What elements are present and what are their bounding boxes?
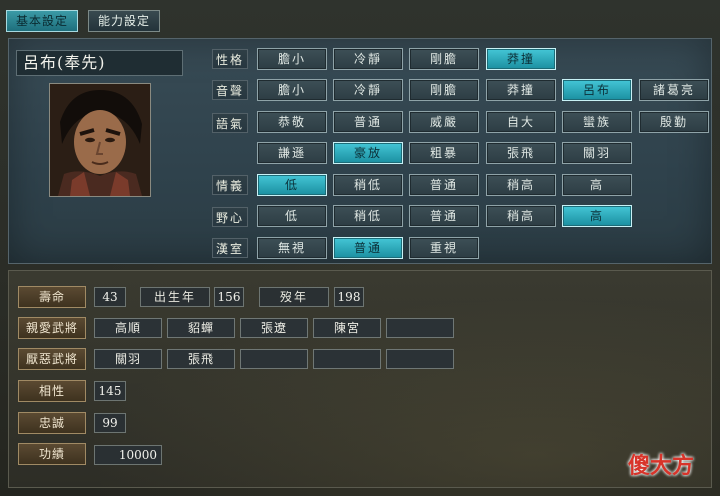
tone-option-rough[interactable]: 粗暴 [409,142,479,164]
tone-option-respectful[interactable]: 恭敬 [257,111,327,133]
tone-option-normal[interactable]: 普通 [333,111,403,133]
tone-option-zhangfei[interactable]: 張飛 [486,142,556,164]
value-lifespan[interactable]: 43 [94,287,126,307]
tab-ability-settings[interactable]: 能力設定 [88,10,160,32]
ambition-option-slightly-high[interactable]: 稍高 [486,205,556,227]
liked-officer-slot-1[interactable]: 高順 [94,318,162,338]
label-liked-officers: 親愛武將 [18,317,86,339]
voice-option-zhugeliang[interactable]: 諸葛亮 [639,79,709,101]
loyalty-option-high[interactable]: 高 [562,174,632,196]
label-lifespan: 壽命 [18,286,86,308]
value-merit[interactable]: 10000 [94,445,162,465]
value-birth-year[interactable]: 156 [214,287,244,307]
personality-option-reckless[interactable]: 莽撞 [486,48,556,70]
disliked-officer-slot-1[interactable]: 關羽 [94,349,162,369]
tab-basic-settings[interactable]: 基本設定 [6,10,78,32]
site-watermark: 傻大方 [628,454,695,479]
han-option-normal[interactable]: 普通 [333,237,403,259]
ambition-option-high[interactable]: 高 [562,205,632,227]
voice-option-lubu[interactable]: 呂布 [562,79,632,101]
tone-option-dignified[interactable]: 威嚴 [409,111,479,133]
han-option-ignore[interactable]: 無視 [257,237,327,259]
label-voice: 音聲 [212,80,248,100]
label-merit: 功績 [18,443,86,465]
voice-option-reckless[interactable]: 莽撞 [486,79,556,101]
tone-option-courteous[interactable]: 殷勤 [639,111,709,133]
officer-name: 呂布(奉先) [16,50,183,76]
officer-portrait [49,83,151,197]
personality-option-timid[interactable]: 膽小 [257,48,327,70]
disliked-officer-slot-4[interactable] [313,349,381,369]
label-ambition: 野心 [212,207,248,227]
label-han: 漢室 [212,238,248,258]
loyalty-option-normal[interactable]: 普通 [409,174,479,196]
liked-officer-slot-4[interactable]: 陳宮 [313,318,381,338]
voice-option-calm[interactable]: 冷靜 [333,79,403,101]
loyalty-option-slightly-low[interactable]: 稍低 [333,174,403,196]
tone-option-barbarian[interactable]: 蠻族 [562,111,632,133]
liked-officer-slot-2[interactable]: 貂蟬 [167,318,235,338]
tone-option-arrogant[interactable]: 自大 [486,111,556,133]
han-option-value[interactable]: 重視 [409,237,479,259]
ambition-option-low[interactable]: 低 [257,205,327,227]
disliked-officer-slot-5[interactable] [386,349,454,369]
label-loyalty-stat: 忠誠 [18,412,86,434]
label-birth-year: 出生年 [140,287,210,307]
label-disliked-officers: 厭惡武將 [18,348,86,370]
portrait-image [50,84,150,196]
tone-option-humble[interactable]: 謙遜 [257,142,327,164]
personality-option-calm[interactable]: 冷靜 [333,48,403,70]
label-death-year: 歿年 [259,287,329,307]
label-tone: 語氣 [212,113,248,133]
value-loyalty-stat[interactable]: 99 [94,413,126,433]
loyalty-option-slightly-high[interactable]: 稍高 [486,174,556,196]
value-compatibility[interactable]: 145 [94,381,126,401]
voice-option-timid[interactable]: 膽小 [257,79,327,101]
voice-option-brave[interactable]: 剛膽 [409,79,479,101]
ambition-option-slightly-low[interactable]: 稍低 [333,205,403,227]
tone-option-guanyu[interactable]: 關羽 [562,142,632,164]
label-loyalty: 情義 [212,175,248,195]
personality-option-brave[interactable]: 剛膽 [409,48,479,70]
label-personality: 性格 [212,49,248,69]
disliked-officer-slot-2[interactable]: 張飛 [167,349,235,369]
value-death-year[interactable]: 198 [334,287,364,307]
ambition-option-normal[interactable]: 普通 [409,205,479,227]
loyalty-option-low[interactable]: 低 [257,174,327,196]
tone-option-bold[interactable]: 豪放 [333,142,403,164]
liked-officer-slot-3[interactable]: 張遼 [240,318,308,338]
liked-officer-slot-5[interactable] [386,318,454,338]
disliked-officer-slot-3[interactable] [240,349,308,369]
label-compatibility: 相性 [18,380,86,402]
officer-editor-window: 基本設定 能力設定 呂布(奉先) 性格 音聲 語氣 情義 野心 漢室 膽小 冷靜… [0,0,720,496]
